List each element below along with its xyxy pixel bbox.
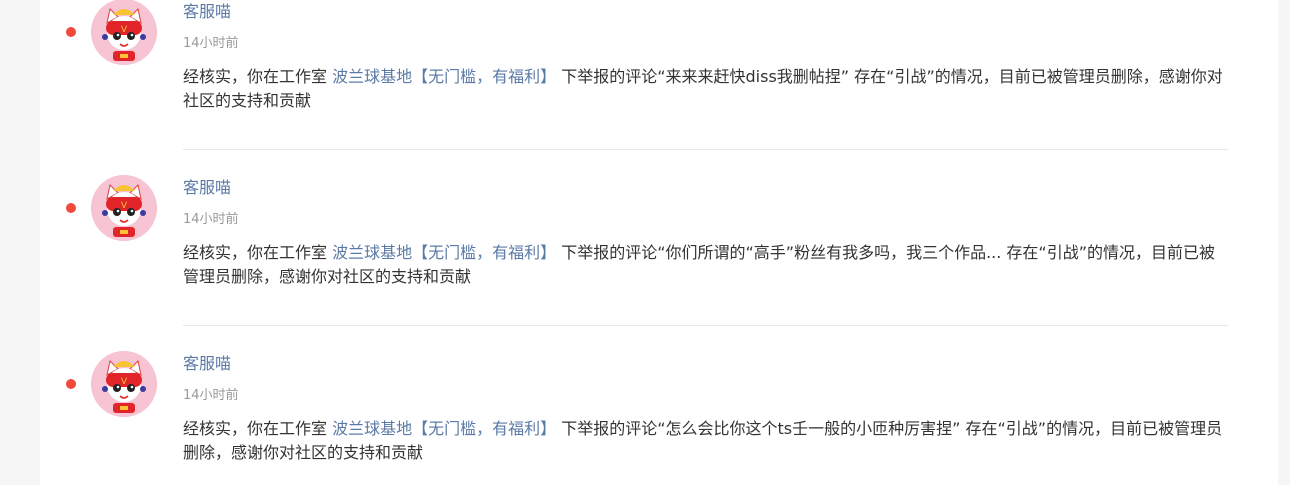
cat-mascot-avatar-icon: V: [91, 0, 157, 65]
studio-link[interactable]: 波兰球基地【无门槛，有福利】: [332, 243, 556, 262]
studio-link[interactable]: 波兰球基地【无门槛，有福利】: [332, 67, 556, 86]
unread-dot-icon: [66, 379, 76, 389]
avatar[interactable]: V: [91, 351, 157, 417]
svg-text:V: V: [121, 201, 128, 211]
timestamp: 14小时前: [183, 388, 239, 403]
author-name[interactable]: 客服喵: [183, 353, 231, 375]
notification-message: 经核实，你在工作室 波兰球基地【无门槛，有福利】 下举报的评论“怎么会比你这个t…: [183, 417, 1228, 465]
cat-mascot-avatar-icon: V: [91, 351, 157, 417]
svg-text:V: V: [121, 25, 128, 35]
message-prefix: 经核实，你在工作室: [183, 67, 328, 86]
message-prefix: 经核实，你在工作室: [183, 243, 328, 262]
cat-mascot-avatar-icon: V: [91, 175, 157, 241]
author-name[interactable]: 客服喵: [183, 177, 231, 199]
notification-panel: V 客服喵 14小时前 经核实，你在工作室 波兰球基地【无门槛，有福利】 下举报…: [40, 0, 1278, 485]
studio-link[interactable]: 波兰球基地【无门槛，有福利】: [332, 419, 556, 438]
timestamp: 14小时前: [183, 36, 239, 51]
notification-message: 经核实，你在工作室 波兰球基地【无门槛，有福利】 下举报的评论“你们所谓的“高手…: [183, 241, 1228, 289]
avatar[interactable]: V: [91, 175, 157, 241]
message-prefix: 经核实，你在工作室: [183, 419, 328, 438]
author-name[interactable]: 客服喵: [183, 1, 231, 23]
svg-text:V: V: [121, 377, 128, 387]
unread-dot-icon: [66, 203, 76, 213]
divider: [183, 149, 1228, 150]
notification-message: 经核实，你在工作室 波兰球基地【无门槛，有福利】 下举报的评论“来来来赶快dis…: [183, 65, 1228, 113]
divider: [183, 325, 1228, 326]
timestamp: 14小时前: [183, 212, 239, 227]
unread-dot-icon: [66, 27, 76, 37]
avatar[interactable]: V: [91, 0, 157, 65]
